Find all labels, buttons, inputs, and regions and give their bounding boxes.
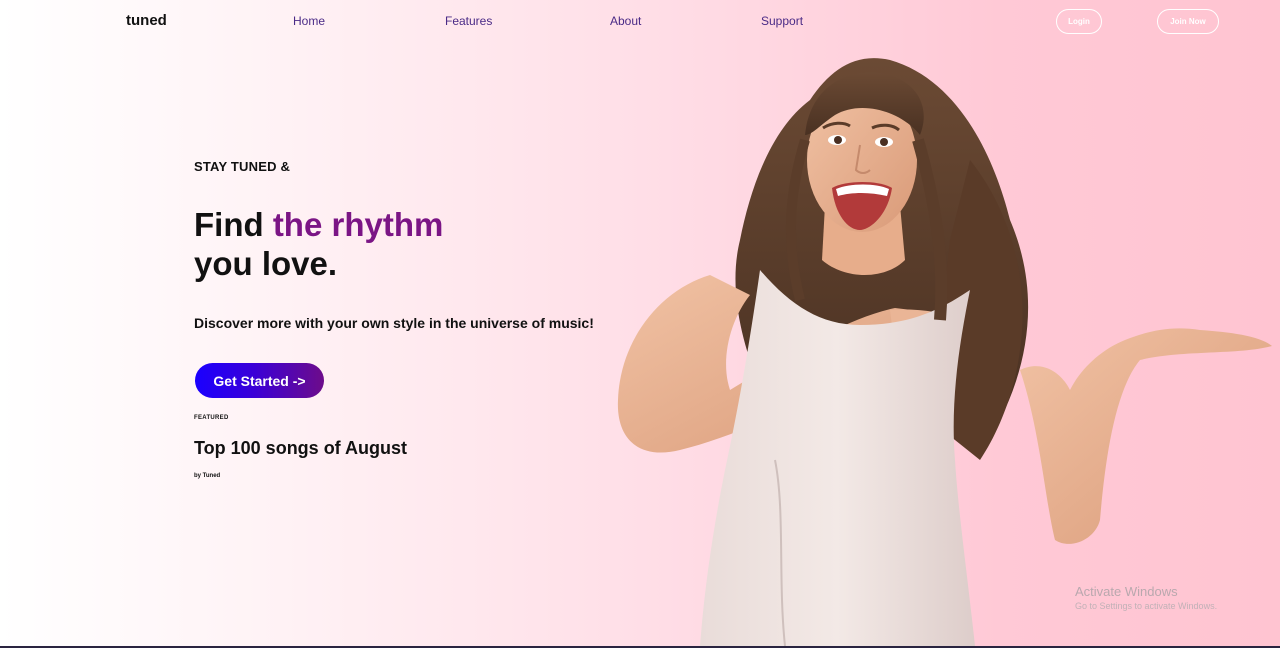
featured-title[interactable]: Top 100 songs of August (194, 438, 407, 459)
activate-windows-title: Activate Windows (1075, 584, 1178, 599)
activate-windows-subtitle: Go to Settings to activate Windows. (1075, 601, 1218, 611)
headline-plain: Find (194, 206, 273, 243)
nav-link-home[interactable]: Home (293, 14, 325, 28)
hero-headline: Find the rhythm you love. (194, 205, 443, 283)
hero-eyebrow: STAY TUNED & (194, 159, 291, 174)
join-now-button[interactable]: Join Now (1157, 9, 1219, 34)
hero-tagline: Discover more with your own style in the… (194, 315, 594, 331)
featured-tag: FEATURED (194, 415, 229, 421)
nav-link-features[interactable]: Features (445, 14, 492, 28)
hero-photo (617, 58, 1272, 646)
brand-logo[interactable]: tuned (126, 12, 167, 29)
login-button[interactable]: Login (1056, 9, 1102, 34)
get-started-button[interactable]: Get Started -> (195, 363, 324, 398)
featured-byline: by Tuned (194, 473, 221, 479)
right-arm (1020, 328, 1272, 544)
headline-line2: you love. (194, 245, 338, 282)
headline-accent: the rhythm (272, 206, 444, 243)
nav-link-about[interactable]: About (610, 14, 641, 28)
nav-link-support[interactable]: Support (761, 14, 803, 28)
